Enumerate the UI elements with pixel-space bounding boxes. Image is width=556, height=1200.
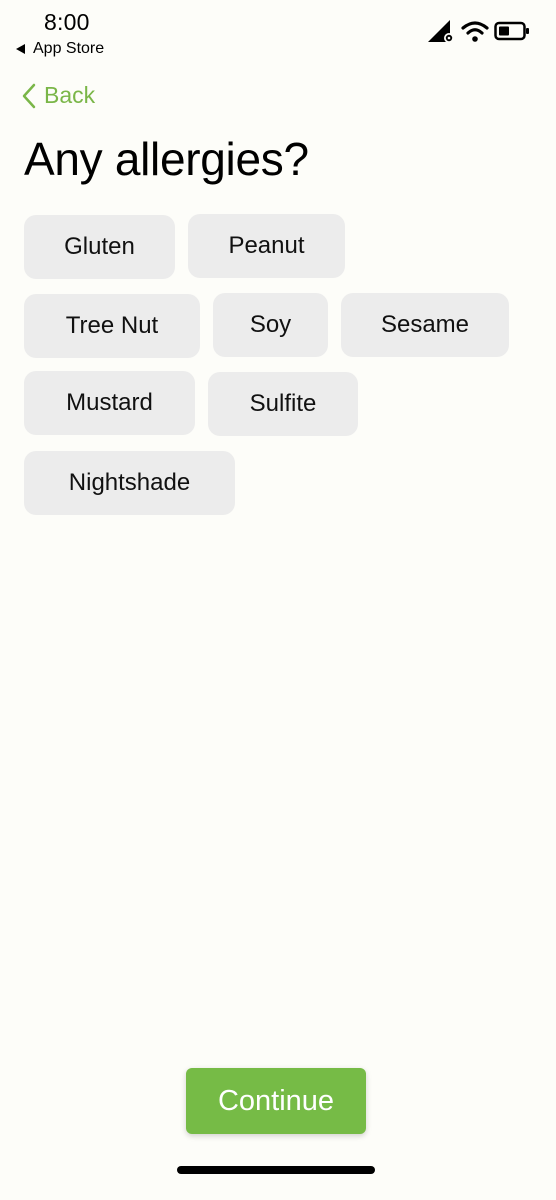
chip-gluten[interactable]: Gluten [24,215,175,279]
chip-peanut[interactable]: Peanut [188,214,345,278]
chip-soy[interactable]: Soy [213,293,328,357]
back-triangle-icon [16,44,25,54]
back-button[interactable]: Back [22,82,95,109]
page-title: Any allergies? [24,133,309,185]
signal-icon [428,20,454,43]
battery-icon [494,21,529,41]
chip-sesame[interactable]: Sesame [341,293,509,357]
chevron-left-icon [22,83,36,108]
chip-sulfite[interactable]: Sulfite [208,372,358,436]
chip-nightshade[interactable]: Nightshade [24,451,235,515]
wifi-icon [461,21,489,42]
status-icons [426,18,530,44]
status-time: 8:00 [44,9,90,35]
chip-tree-nut[interactable]: Tree Nut [24,294,200,358]
chip-mustard[interactable]: Mustard [24,371,195,435]
home-indicator[interactable] [177,1166,375,1174]
continue-button[interactable]: Continue [186,1068,366,1134]
back-label: Back [44,82,96,108]
return-app-label: App Store [33,40,105,57]
return-to-app-store[interactable]: App Store [16,40,104,58]
